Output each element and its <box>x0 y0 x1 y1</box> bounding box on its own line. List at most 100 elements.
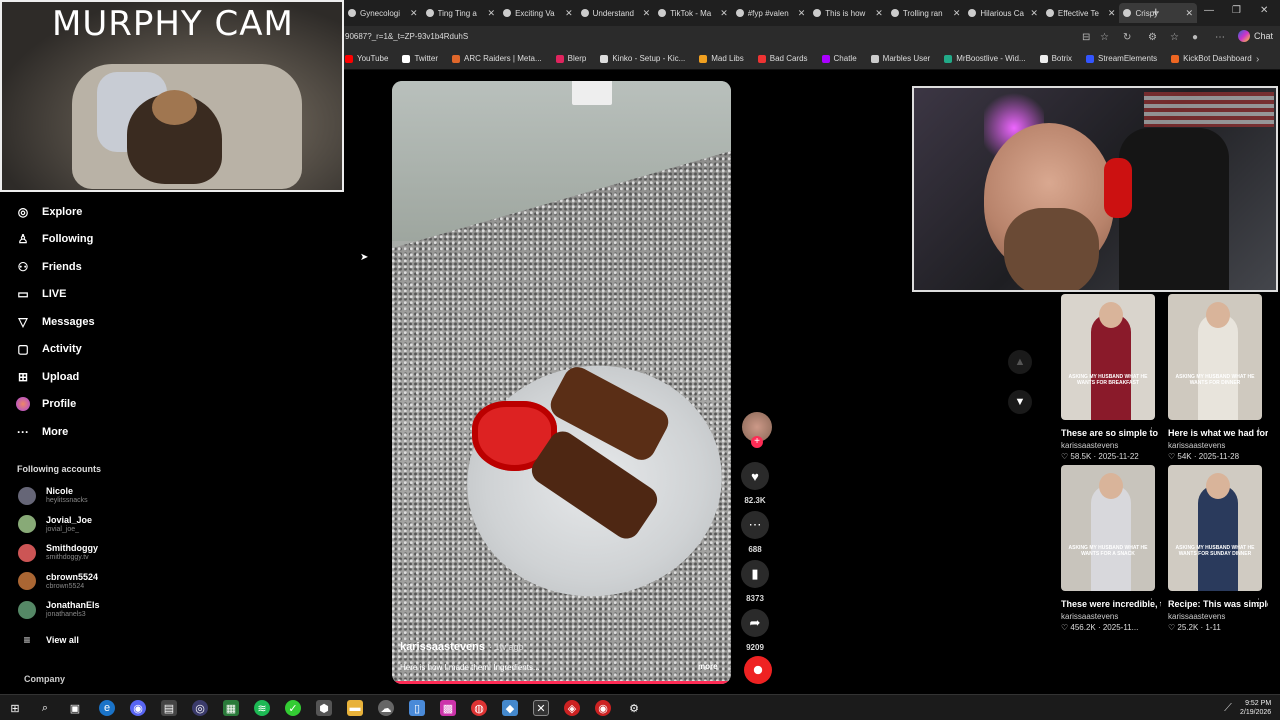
recommended-video-card[interactable]: ASKING MY HUSBAND WHAT HE WANTS FOR A SN… <box>1061 465 1161 632</box>
bookmark-item[interactable]: Botrix <box>1039 54 1072 63</box>
tab-close-icon[interactable]: ✕ <box>798 8 806 19</box>
recommended-title[interactable]: Here is what we had for dinner! B... <box>1168 428 1268 438</box>
nav-item-activity[interactable]: ▢ Activity <box>16 342 81 356</box>
nav-item-live[interactable]: ▭ LIVE <box>16 287 66 301</box>
video-thumbnail[interactable]: ASKING MY HUSBAND WHAT HE WANTS FOR SUND… <box>1168 465 1262 591</box>
browser-tab[interactable]: This is how ✕ <box>809 3 887 23</box>
nav-item-more[interactable]: ··· More <box>16 425 68 439</box>
following-account[interactable]: JonathanEls jonathanels3 <box>18 600 100 619</box>
recommended-video-card[interactable]: ASKING MY HUSBAND WHAT HE WANTS FOR SUND… <box>1168 465 1268 632</box>
browser-tab[interactable]: TikTok - Ma ✕ <box>654 3 732 23</box>
spotify-icon[interactable]: ≋ <box>254 700 270 716</box>
browser-tab[interactable]: Effective Te ✕ <box>1042 3 1120 23</box>
nav-item-friends[interactable]: ⚇ Friends <box>16 260 82 274</box>
bookmark-item[interactable]: Twitter <box>402 54 438 63</box>
new-tab-button[interactable]: + <box>1152 4 1160 19</box>
browser-tab[interactable]: Exciting Va ✕ <box>499 3 577 23</box>
tab-close-icon[interactable]: ✕ <box>643 8 651 19</box>
edge-icon[interactable]: e <box>99 700 115 716</box>
tab-close-icon[interactable]: ✕ <box>1030 8 1038 19</box>
video-author[interactable]: karissaastevens · 1w ago <box>400 641 524 653</box>
company-link[interactable]: Company <box>24 674 65 684</box>
file-explorer-icon[interactable]: ▬ <box>347 700 363 716</box>
following-account[interactable]: Nicole heylitssnacks <box>18 486 88 505</box>
recommended-video-card[interactable]: ASKING MY HUSBAND WHAT HE WANTS FOR DINN… <box>1168 294 1268 461</box>
nav-item-following[interactable]: ♙ Following <box>16 232 94 246</box>
bookmark-item[interactable]: YouTube <box>345 54 388 63</box>
video-thumbnail[interactable]: ASKING MY HUSBAND WHAT HE WANTS FOR BREA… <box>1061 294 1155 420</box>
bookmark-item[interactable]: Blerp <box>555 54 586 63</box>
tab-close-icon[interactable]: ✕ <box>1108 8 1116 19</box>
bookmark-item[interactable]: Marbles User <box>870 54 930 63</box>
browser-tab[interactable]: Hilarious Ca ✕ <box>964 3 1042 23</box>
settings-gear-icon[interactable]: ⚙ <box>626 700 642 716</box>
comment-icon[interactable]: ⋯ <box>741 511 769 539</box>
tab-close-icon[interactable]: ✕ <box>953 8 961 19</box>
view-all-link[interactable]: ≡ View all <box>20 633 78 647</box>
recommended-author[interactable]: karissaastevens <box>1061 612 1161 621</box>
bookmark-item[interactable]: ARC Raiders | Meta... <box>452 54 542 63</box>
following-account[interactable]: Smithdoggy smithdoggy.tv <box>18 543 98 562</box>
reader-icon[interactable]: ⊟ <box>1082 32 1090 43</box>
bookmark-item[interactable]: Mad Libs <box>699 54 744 63</box>
more-options-icon[interactable]: ⋮ <box>1147 426 1156 437</box>
music-disc-button[interactable] <box>741 656 775 684</box>
recommended-title[interactable]: These were incredible, two o... <box>1061 599 1161 609</box>
next-video-button[interactable]: ▼ <box>1008 390 1032 414</box>
video-thumbnail[interactable]: ASKING MY HUSBAND WHAT HE WANTS FOR A SN… <box>1061 465 1155 591</box>
notepad-icon[interactable]: ▯ <box>409 700 425 716</box>
app-icon[interactable]: ◆ <box>502 700 518 716</box>
nav-item-messages[interactable]: ▽ Messages <box>16 315 94 329</box>
heart-icon[interactable]: ♥ <box>741 462 769 490</box>
app-icon[interactable]: ▤ <box>161 700 177 716</box>
url-field[interactable]: 90687?_r=1&_t=ZP-93v1b4RduhS <box>345 32 468 41</box>
browser-tab[interactable]: Understand ✕ <box>577 3 655 23</box>
save-action[interactable]: ▮ 8373 <box>738 560 772 603</box>
extensions-icon[interactable]: ⚙ <box>1148 32 1157 43</box>
video-more-button[interactable]: more <box>698 662 718 671</box>
app-icon[interactable]: ◉ <box>595 700 611 716</box>
photo-icon[interactable]: ▩ <box>440 700 456 716</box>
following-account[interactable]: Jovial_Joe jovial_joe_ <box>18 515 92 534</box>
bookmark-item[interactable]: Bad Cards <box>757 54 808 63</box>
browser-tab[interactable]: Ting Ting a ✕ <box>422 3 500 23</box>
windows-start-icon[interactable]: ⊞ <box>7 700 23 716</box>
share-icon[interactable]: ➦ <box>741 609 769 637</box>
bookmark-item[interactable]: Kinko - Setup - Kic... <box>600 54 685 63</box>
restore-icon[interactable]: ❐ <box>1232 5 1241 16</box>
like-action[interactable]: ♥ 82.3K <box>738 462 772 505</box>
record-icon[interactable]: ◍ <box>471 700 487 716</box>
video-author-name[interactable]: karissaastevens <box>400 641 485 653</box>
tab-close-icon[interactable]: ✕ <box>565 8 573 19</box>
close-window-icon[interactable]: ✕ <box>1260 5 1268 16</box>
app-icon[interactable]: ◈ <box>564 700 580 716</box>
system-clock[interactable]: 9:52 PM 2/19/2026 <box>1240 699 1271 717</box>
steam-icon[interactable]: ⬢ <box>316 700 332 716</box>
follow-plus-icon[interactable]: + <box>751 436 763 448</box>
search-icon[interactable]: ⌕ <box>37 700 53 716</box>
minimize-icon[interactable]: — <box>1204 5 1214 16</box>
bookmark-item[interactable]: Chatle <box>821 54 857 63</box>
bookmark-item[interactable]: MrBoostlive - Wid... <box>944 54 1026 63</box>
bookmark-item[interactable]: KickBot Dashboard <box>1171 54 1252 63</box>
terminal-icon[interactable]: ✕ <box>533 700 549 716</box>
recommended-author[interactable]: karissaastevens <box>1168 441 1268 450</box>
recommended-author[interactable]: karissaastevens <box>1168 612 1268 621</box>
task-view-icon[interactable]: ▣ <box>67 700 83 716</box>
game-icon[interactable]: ▦ <box>223 700 239 716</box>
tab-close-icon[interactable]: ✕ <box>1185 8 1193 19</box>
tab-close-icon[interactable]: ✕ <box>410 8 418 19</box>
video-progress-bar[interactable] <box>392 681 731 684</box>
profile-avatar-icon[interactable]: ● <box>1192 32 1198 43</box>
video-thumbnail[interactable]: ASKING MY HUSBAND WHAT HE WANTS FOR DINN… <box>1168 294 1262 420</box>
recommended-title[interactable]: Recipe: This was simple and easy,... <box>1168 599 1268 609</box>
network-icon[interactable]: ⟋ <box>1220 700 1236 716</box>
bookmark-item[interactable]: StreamElements <box>1086 54 1157 63</box>
recommended-title[interactable]: These are so simple to make... <box>1061 428 1161 438</box>
browser-tab[interactable]: Trolling ran ✕ <box>887 3 965 23</box>
refresh-extension-icon[interactable]: ↻ <box>1123 32 1131 43</box>
recommended-author[interactable]: karissaastevens <box>1061 441 1161 450</box>
bookmark-icon[interactable]: ▮ <box>741 560 769 588</box>
menu-dots-icon[interactable]: ⋯ <box>1215 32 1225 43</box>
tab-close-icon[interactable]: ✕ <box>875 8 883 19</box>
